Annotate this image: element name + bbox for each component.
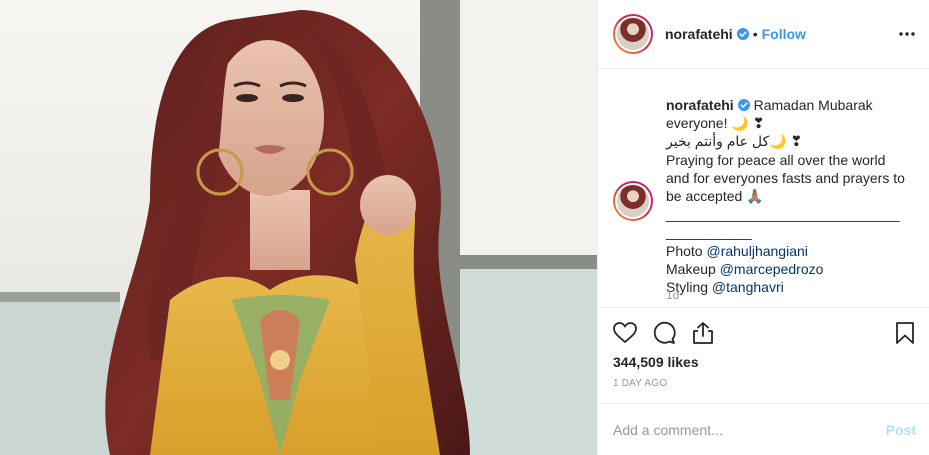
credit-mention[interactable]: @marcepedrozo	[720, 261, 824, 277]
post-side-panel: norafatehi • Follow norafatehi Ramadan M…	[597, 0, 929, 455]
post-comment-button[interactable]: Post	[886, 422, 916, 438]
bookmark-icon[interactable]	[892, 320, 918, 346]
caption-text: and for everyones fasts and prayers to	[666, 169, 905, 186]
comment-composer: Post	[598, 403, 929, 455]
caption-text: كل عام وأنتم بخير🌙 ❣	[666, 133, 803, 150]
author-info: norafatehi • Follow	[665, 26, 806, 42]
post-caption: norafatehi Ramadan Mubarak everyone! 🌙 ❣…	[666, 96, 916, 296]
post-header: norafatehi • Follow	[598, 0, 929, 69]
caption-text: Ramadan Mubarak	[753, 97, 873, 113]
caption-divider: ______________________________	[666, 206, 900, 223]
header-separator: •	[752, 26, 758, 42]
credit-label: Photo	[666, 242, 703, 259]
follow-button[interactable]: Follow	[762, 26, 806, 42]
instagram-post: norafatehi • Follow norafatehi Ramadan M…	[0, 0, 929, 455]
caption-credit: Styling @tanghavri	[666, 278, 916, 296]
verified-badge-icon	[736, 28, 749, 40]
comment-input[interactable]	[613, 420, 873, 440]
caption-divider: ___________	[666, 224, 752, 241]
caption-line-1: norafatehi Ramadan Mubarak	[666, 96, 916, 114]
action-bar	[598, 307, 929, 351]
caption-text: Praying for peace all over the world	[666, 151, 886, 168]
caption-avatar-image	[615, 183, 651, 219]
caption-timestamp[interactable]: 1d	[666, 288, 679, 302]
comment-icon[interactable]	[651, 320, 677, 346]
share-icon[interactable]	[690, 320, 716, 346]
caption-username[interactable]: norafatehi	[666, 97, 734, 113]
post-photo[interactable]	[0, 0, 597, 455]
credit-label: Makeup	[666, 260, 716, 277]
like-heart-icon[interactable]	[612, 320, 638, 346]
caption-text: be accepted 🙏🏽	[666, 188, 764, 205]
comments-area: norafatehi Ramadan Mubarak everyone! 🌙 ❣…	[598, 70, 929, 307]
author-avatar[interactable]	[613, 14, 653, 54]
post-timestamp[interactable]: 1 DAY AGO	[613, 378, 667, 389]
caption-text: everyone! 🌙 ❣	[666, 115, 765, 132]
credit-mention[interactable]: @rahuljhangiani	[706, 243, 807, 259]
likes-count[interactable]: 344,509 likes	[613, 354, 699, 370]
author-avatar-image	[615, 16, 651, 52]
more-options-icon[interactable]	[898, 25, 916, 43]
author-username[interactable]: norafatehi	[665, 26, 733, 42]
post-photo-illustration	[0, 0, 597, 455]
credit-mention[interactable]: @tanghavri	[712, 279, 784, 295]
caption-credit: Makeup @marcepedrozo	[666, 260, 916, 278]
caption-avatar[interactable]	[613, 181, 653, 221]
caption-verified-badge-icon	[737, 99, 750, 111]
caption-credit: Photo @rahuljhangiani	[666, 242, 916, 260]
